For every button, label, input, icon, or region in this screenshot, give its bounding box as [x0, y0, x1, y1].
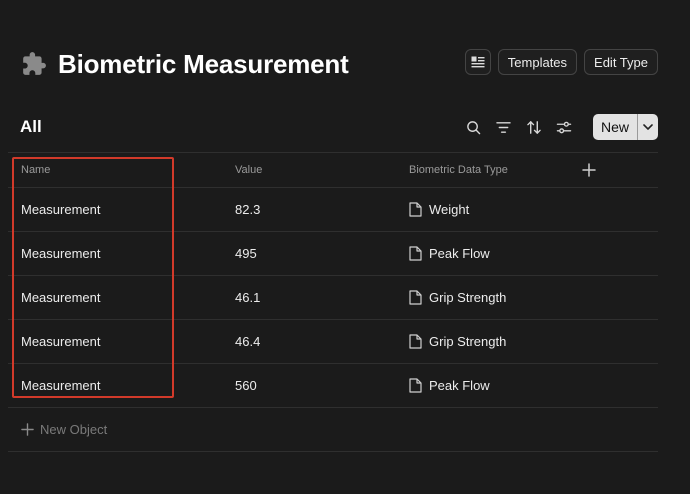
new-object-row[interactable]: New Object — [8, 408, 658, 452]
table-row[interactable]: Measurement 560 Peak Flow — [8, 364, 658, 408]
biometric-type-label: Peak Flow — [429, 246, 490, 261]
new-button-group: New — [592, 114, 658, 140]
cell-value[interactable]: 495 — [235, 232, 257, 275]
header-actions: Templates Edit Type — [464, 49, 658, 75]
cell-value[interactable]: 560 — [235, 364, 257, 407]
plus-icon — [582, 163, 596, 177]
view-title[interactable]: All — [20, 117, 42, 137]
cell-name[interactable]: Measurement — [21, 232, 100, 275]
cell-biometric-type[interactable]: Grip Strength — [409, 320, 506, 363]
cell-biometric-type[interactable]: Peak Flow — [409, 364, 490, 407]
edit-type-button[interactable]: Edit Type — [584, 49, 658, 75]
biometric-type-label: Grip Strength — [429, 334, 507, 349]
search-icon[interactable] — [465, 118, 483, 136]
cell-biometric-type[interactable]: Peak Flow — [409, 232, 490, 275]
biometric-type-label: Grip Strength — [429, 290, 507, 305]
objects-table: Name Value Biometric Data Type Measureme… — [8, 152, 658, 452]
filter-icon[interactable] — [495, 118, 513, 136]
document-icon — [409, 378, 422, 393]
cell-value[interactable]: 82.3 — [235, 188, 260, 231]
column-header-biometric-data-type[interactable]: Biometric Data Type — [409, 153, 508, 187]
cell-value[interactable]: 46.4 — [235, 320, 260, 363]
new-button[interactable]: New — [593, 114, 638, 140]
table-row[interactable]: Measurement 495 Peak Flow — [8, 232, 658, 276]
cell-value[interactable]: 46.1 — [235, 276, 260, 319]
layout-button[interactable] — [464, 49, 491, 75]
cell-biometric-type[interactable]: Grip Strength — [409, 276, 506, 319]
document-icon — [409, 246, 422, 261]
cell-name[interactable]: Measurement — [21, 188, 100, 231]
templates-button[interactable]: Templates — [497, 49, 578, 75]
document-icon — [409, 290, 422, 305]
page-header: Biometric Measurement — [20, 44, 349, 84]
layout-icon — [471, 56, 485, 68]
biometric-type-label: Weight — [429, 202, 470, 217]
view-toolbar: New — [465, 114, 658, 140]
cell-biometric-type[interactable]: Weight — [409, 188, 469, 231]
table-row[interactable]: Measurement 46.1 Grip Strength — [8, 276, 658, 320]
cell-name[interactable]: Measurement — [21, 364, 100, 407]
table-row[interactable]: Measurement 82.3 Weight — [8, 188, 658, 232]
puzzle-piece-icon — [20, 50, 48, 78]
cell-name[interactable]: Measurement — [21, 276, 100, 319]
table-header: Name Value Biometric Data Type — [8, 153, 658, 188]
document-icon — [409, 334, 422, 349]
new-object-label: New Object — [40, 422, 108, 437]
column-header-value[interactable]: Value — [235, 153, 262, 187]
settings-sliders-icon[interactable] — [555, 118, 573, 136]
view-bar: All New — [20, 112, 658, 142]
biometric-type-label: Peak Flow — [429, 378, 490, 393]
chevron-down-icon — [643, 124, 653, 130]
page-title: Biometric Measurement — [58, 48, 349, 79]
table-row[interactable]: Measurement 46.4 Grip Strength — [8, 320, 658, 364]
sort-icon[interactable] — [525, 118, 543, 136]
cell-name[interactable]: Measurement — [21, 320, 100, 363]
plus-icon — [21, 423, 34, 436]
new-object-button[interactable]: New Object — [21, 408, 107, 451]
add-column-button[interactable] — [582, 153, 596, 187]
document-icon — [409, 202, 422, 217]
new-options-button[interactable] — [638, 114, 658, 140]
column-header-name[interactable]: Name — [21, 153, 50, 187]
